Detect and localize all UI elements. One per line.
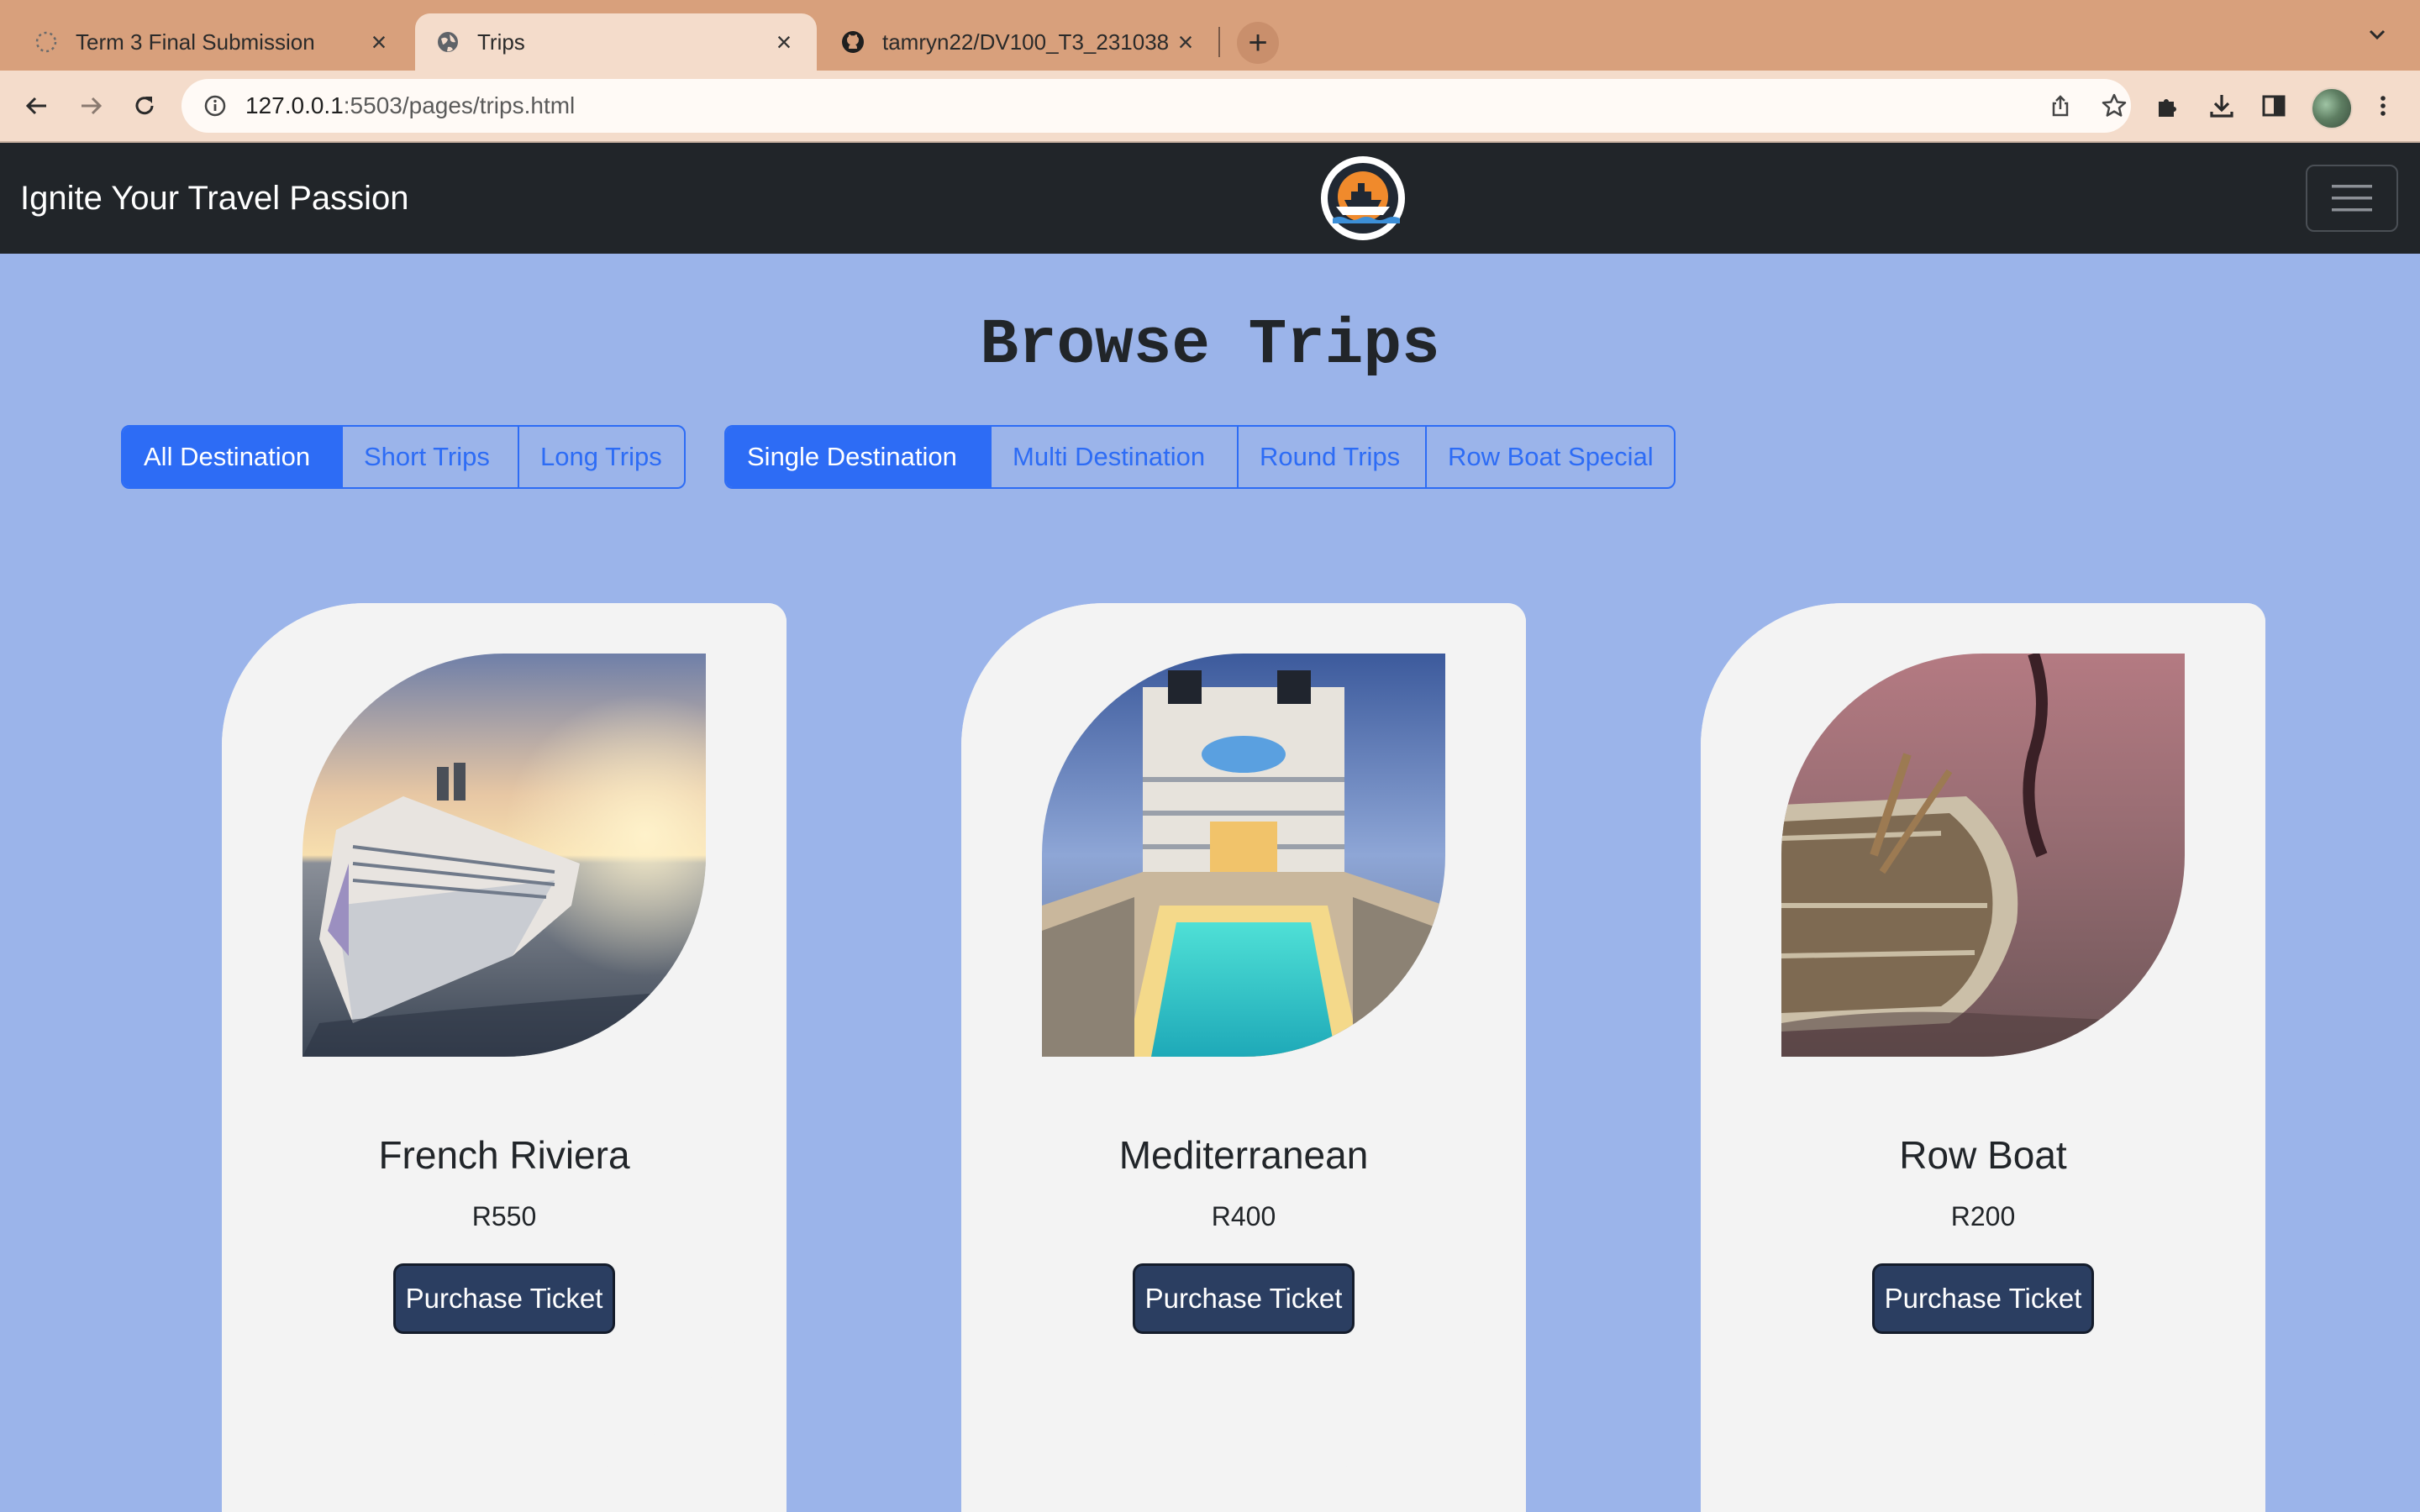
side-panel-icon[interactable] [2255, 87, 2292, 124]
filter-round-trips-button[interactable]: Round Trips [1237, 427, 1425, 487]
filter-short-trips-button[interactable]: Short Trips [341, 427, 518, 487]
globe-icon [435, 29, 460, 55]
filter-single-destination-button[interactable]: Single Destination [726, 427, 990, 487]
close-tab-icon[interactable]: × [366, 27, 392, 58]
url-text: 127.0.0.1:5503/pages/trips.html [245, 92, 575, 119]
address-bar[interactable]: 127.0.0.1:5503/pages/trips.html [182, 79, 2131, 133]
cruise-ship-sunset-image [302, 654, 706, 1057]
browser-tab-term3[interactable]: Term 3 Final Submission × [13, 13, 412, 71]
trip-card-row-boat: Row Boat R200 Purchase Ticket [1701, 603, 2265, 1512]
tab-search-chevron-icon[interactable] [2365, 22, 2390, 54]
browser-toolbar: 127.0.0.1:5503/pages/trips.html [0, 71, 2420, 143]
cruise-pool-deck-image [1042, 654, 1445, 1057]
tab-divider [1218, 27, 1220, 57]
trip-type-filter-group: Single Destination Multi Destination Rou… [724, 425, 1676, 489]
tab-title: tamryn22/DV100_T3_231038 [882, 29, 1170, 55]
share-icon[interactable] [2044, 89, 2077, 123]
row-boat-on-water-image [1781, 654, 2185, 1057]
loading-spinner-icon [34, 29, 59, 55]
extensions-puzzle-icon[interactable] [2149, 87, 2186, 124]
bookmark-star-icon[interactable] [2097, 89, 2131, 123]
filter-multi-destination-button[interactable]: Multi Destination [990, 427, 1237, 487]
url-path: :5503/pages/trips.html [343, 92, 576, 118]
browser-tab-trips[interactable]: Trips × [415, 13, 817, 71]
forward-arrow-icon[interactable] [71, 86, 111, 126]
trip-name: Row Boat [1899, 1133, 2067, 1177]
purchase-ticket-button[interactable]: Purchase Ticket [1872, 1263, 2094, 1334]
navbar-toggler-hamburger-icon[interactable] [2306, 165, 2398, 232]
purchase-ticket-button[interactable]: Purchase Ticket [393, 1263, 615, 1334]
trip-price: R200 [1950, 1201, 2016, 1231]
site-navbar: Ignite Your Travel Passion [0, 143, 2420, 254]
browser-tab-github[interactable]: tamryn22/DV100_T3_231038 × [820, 13, 1218, 71]
cruise-ship-logo-icon[interactable] [1321, 156, 1405, 240]
purchase-ticket-button[interactable]: Purchase Ticket [1133, 1263, 1355, 1334]
github-icon [840, 29, 865, 55]
browser-tab-strip: Term 3 Final Submission × Trips × tamryn… [0, 0, 2420, 71]
browser-menu-kebab-icon[interactable] [2365, 87, 2402, 124]
filter-row-boat-special-button[interactable]: Row Boat Special [1425, 427, 1674, 487]
trip-card-french-riviera: French Riviera R550 Purchase Ticket [222, 603, 786, 1512]
new-tab-button[interactable]: + [1237, 22, 1279, 64]
filter-all-destination-button[interactable]: All Destination [123, 427, 341, 487]
trip-price: R400 [1211, 1201, 1276, 1231]
download-icon[interactable] [2203, 87, 2240, 124]
tab-title: Trips [477, 29, 525, 55]
site-info-icon[interactable] [200, 91, 230, 121]
url-host: 127.0.0.1 [245, 92, 344, 118]
reload-icon[interactable] [124, 86, 165, 126]
close-tab-icon[interactable]: × [771, 27, 797, 58]
site-brand-link[interactable]: Ignite Your Travel Passion [20, 180, 409, 218]
trip-price: R550 [471, 1201, 537, 1231]
trip-name: French Riviera [378, 1133, 630, 1177]
tab-title: Term 3 Final Submission [76, 29, 315, 55]
trip-name: Mediterranean [1118, 1133, 1369, 1177]
close-tab-icon[interactable]: × [1173, 27, 1198, 58]
filter-long-trips-button[interactable]: Long Trips [518, 427, 684, 487]
trip-card-mediterranean: Mediterranean R400 Purchase Ticket [961, 603, 1526, 1512]
duration-filter-group: All Destination Short Trips Long Trips [121, 425, 686, 489]
profile-avatar[interactable] [2311, 87, 2353, 129]
back-arrow-icon[interactable] [17, 86, 57, 126]
page-title: Browse Trips [980, 309, 1440, 381]
